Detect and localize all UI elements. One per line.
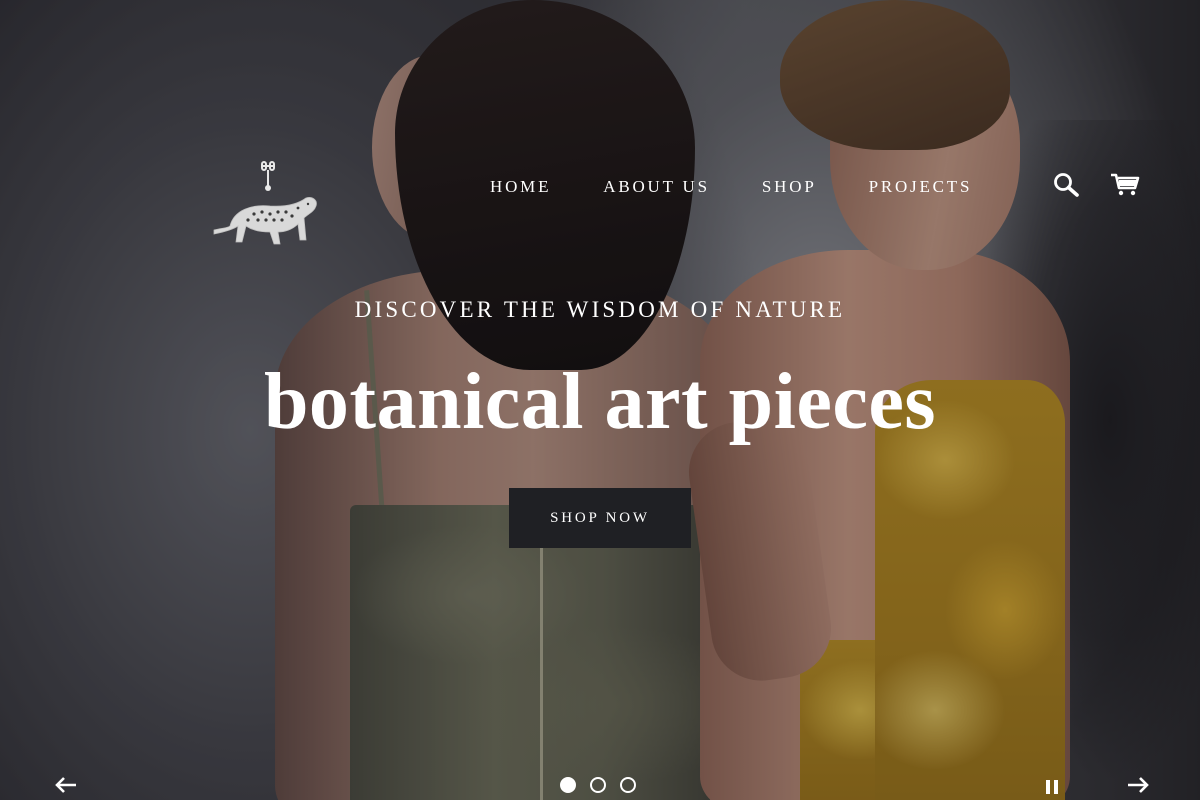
slideshow-next-button[interactable] [1126,774,1150,796]
nav-projects[interactable]: PROJECTS [869,176,973,198]
nav-about-us[interactable]: ABOUT US [603,176,710,198]
arrow-left-icon [55,777,76,793]
shop-now-button[interactable]: SHOP NOW [509,488,691,548]
nav-shop[interactable]: SHOP [762,176,817,198]
slideshow-dots [560,777,636,793]
leopard-logo-icon [213,161,317,245]
cart-button[interactable] [1110,171,1140,197]
slide-dot-3[interactable] [620,777,636,793]
hero-heading: botanical art pieces [263,358,937,446]
slide-dot-1[interactable] [560,777,576,793]
pause-icon-bar [1054,780,1058,794]
slideshow-pause-button[interactable] [1044,780,1060,798]
hero-subheading: DISCOVER THE WISDOM OF NATURE [354,297,846,322]
pause-icon [1046,780,1050,794]
search-icon [1054,173,1079,197]
arrow-right-icon [1128,777,1149,793]
cart-icon [1111,173,1140,196]
slide-dot-2[interactable] [590,777,606,793]
slideshow-prev-button[interactable] [54,774,78,796]
nav-home[interactable]: HOME [490,176,551,198]
site-logo[interactable] [208,160,322,256]
main-navigation: HOME ABOUT US SHOP PROJECTS [490,176,972,198]
search-button[interactable] [1052,171,1082,197]
